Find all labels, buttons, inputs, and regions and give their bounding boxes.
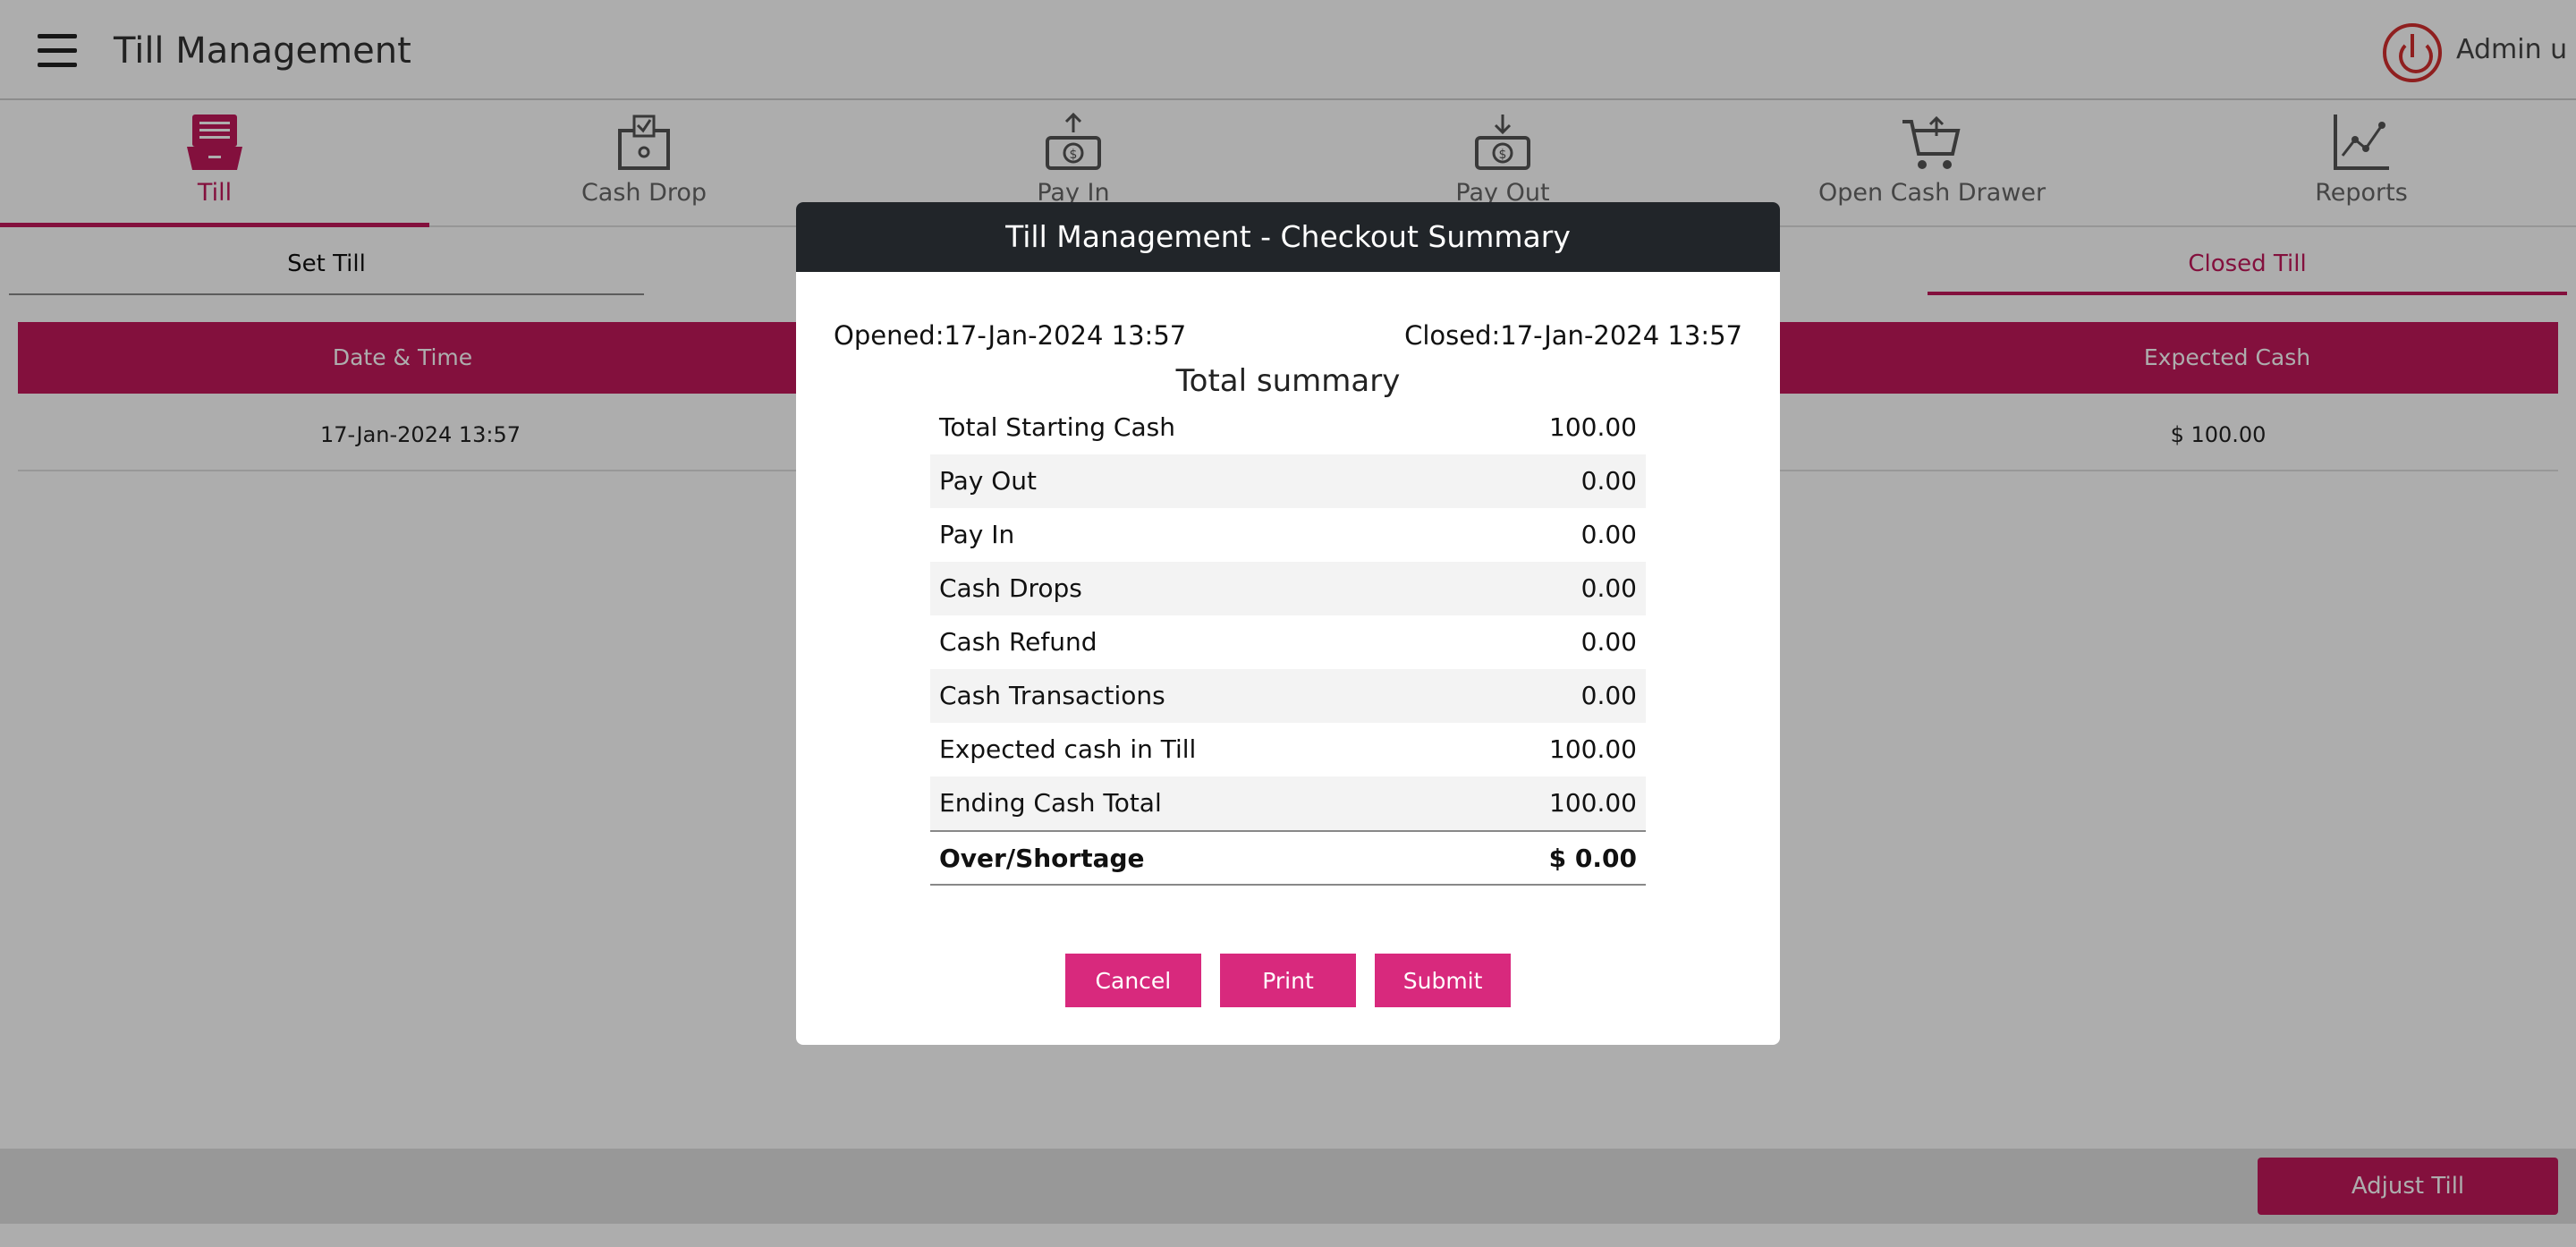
summary-row: Cash Transactions 0.00 (930, 669, 1646, 723)
summary-label: Cash Refund (939, 627, 1097, 657)
summary-value: 100.00 (1549, 788, 1637, 818)
summary-label: Cash Drops (939, 573, 1082, 603)
summary-row: Pay Out 0.00 (930, 454, 1646, 508)
summary-label: Total Starting Cash (939, 412, 1175, 442)
over-shortage-label: Over/Shortage (939, 844, 1145, 873)
summary-row: Ending Cash Total 100.00 (930, 776, 1646, 830)
submit-button[interactable]: Submit (1375, 954, 1512, 1007)
closed-date: Closed:17-Jan-2024 13:57 (1404, 320, 1742, 351)
cancel-button[interactable]: Cancel (1064, 954, 1201, 1007)
print-button[interactable]: Print (1220, 954, 1356, 1007)
summary-row: Expected cash in Till 100.00 (930, 723, 1646, 776)
over-shortage-value: $ 0.00 (1548, 844, 1637, 873)
checkout-summary-modal: Till Management - Checkout Summary Opene… (796, 202, 1780, 1045)
summary-row: Total Starting Cash 100.00 (930, 401, 1646, 454)
summary-row: Cash Refund 0.00 (930, 615, 1646, 669)
summary-value: 0.00 (1580, 627, 1637, 657)
summary-label: Expected cash in Till (939, 734, 1197, 764)
summary-value: 0.00 (1580, 520, 1637, 549)
summary-value: 0.00 (1580, 573, 1637, 603)
summary-label: Pay In (939, 520, 1015, 549)
summary-row: Pay In 0.00 (930, 508, 1646, 562)
summary-value: 100.00 (1549, 412, 1637, 442)
modal-actions: Cancel Print Submit (796, 954, 1780, 1007)
modal-title: Till Management - Checkout Summary (796, 202, 1780, 272)
summary-row: Cash Drops 0.00 (930, 562, 1646, 615)
summary-title: Total summary (1175, 363, 1401, 399)
summary-total-row: Over/Shortage $ 0.00 (930, 830, 1646, 886)
summary-value: 0.00 (1580, 681, 1637, 710)
summary-label: Pay Out (939, 466, 1038, 496)
summary-table: Total Starting Cash 100.00 Pay Out 0.00 … (930, 401, 1646, 886)
summary-value: 0.00 (1580, 466, 1637, 496)
summary-value: 100.00 (1549, 734, 1637, 764)
summary-label: Ending Cash Total (939, 788, 1162, 818)
opened-date: Opened:17-Jan-2024 13:57 (834, 320, 1187, 351)
summary-label: Cash Transactions (939, 681, 1165, 710)
